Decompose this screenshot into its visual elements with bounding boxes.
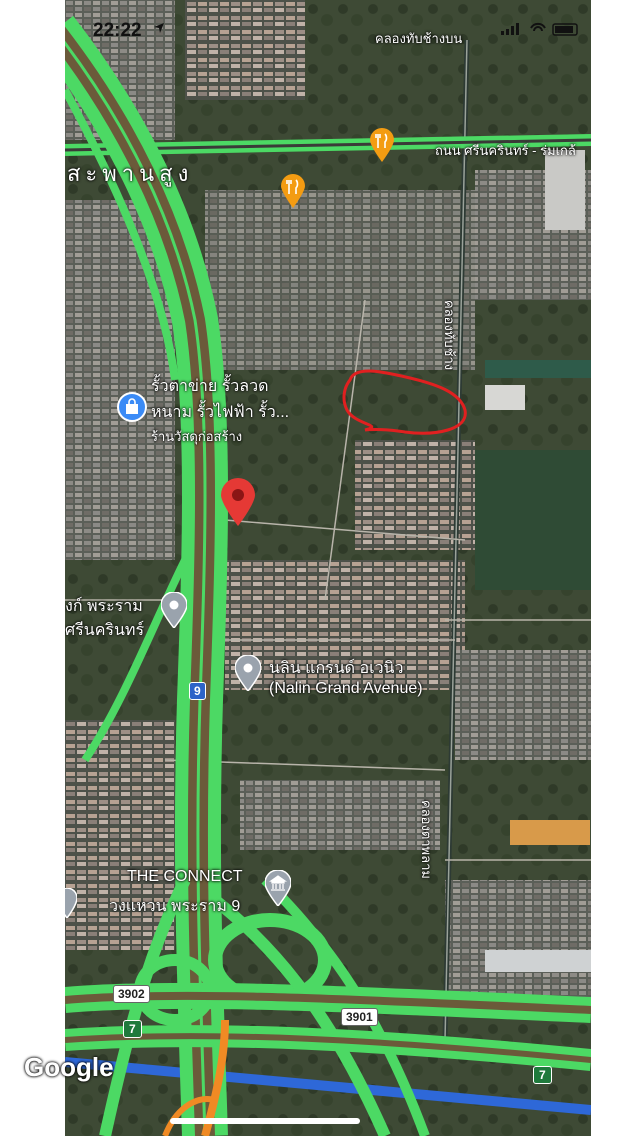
home-indicator[interactable] bbox=[170, 1118, 360, 1124]
place-pin-icon bbox=[160, 591, 188, 630]
exit-7b-shield: 7 bbox=[533, 1066, 552, 1084]
satellite-map[interactable]: คลองทับช้างบน สะพานสูง ถนน ศรีนครินทร์ -… bbox=[65, 0, 591, 1136]
route-3902-shield: 3902 bbox=[113, 985, 150, 1003]
landmark-pin-connect[interactable] bbox=[264, 869, 292, 911]
nalin-line2: (Nalin Grand Avenue) bbox=[269, 680, 423, 697]
signal-battery-icon bbox=[501, 22, 578, 36]
place-pin-icon bbox=[65, 887, 78, 920]
place-pin-left[interactable] bbox=[160, 591, 188, 633]
place-pin-icon bbox=[234, 654, 262, 693]
location-arrow-icon bbox=[154, 23, 164, 33]
place-left-line2: ศรีนครินทร์ bbox=[65, 622, 145, 639]
status-time: 22:22 bbox=[93, 20, 142, 41]
shop-pin[interactable] bbox=[117, 392, 147, 427]
exit-7a-shield: 7 bbox=[123, 1020, 142, 1038]
place-left-line1: งก์ พระราม bbox=[65, 598, 143, 615]
route-9-shield: 9 bbox=[189, 682, 206, 700]
canal-right-upper-label: คลองทับช้าง bbox=[442, 300, 457, 371]
expressway-label: สะพานสูง bbox=[67, 161, 194, 186]
nalin-line1: นลิน แกรนด์ อเวนิว bbox=[269, 660, 404, 677]
restaurant-pin-2[interactable] bbox=[281, 174, 305, 213]
shop-name-line1: รั้วตาข่าย รั้วลวด bbox=[151, 378, 269, 395]
museum-icon bbox=[264, 869, 292, 908]
shopping-bag-icon bbox=[117, 392, 147, 422]
shop-category: ร้านวัสดุก่อสร้าง bbox=[151, 429, 243, 444]
connect-line2: วงแหวน พระราม 9 bbox=[109, 898, 241, 915]
route-3901-shield: 3901 bbox=[341, 1008, 378, 1026]
selected-location-pin[interactable] bbox=[221, 478, 255, 531]
fork-knife-icon bbox=[281, 174, 305, 208]
road-top-label: ถนน ศรีนครินทร์ - ร่มเกล้ bbox=[435, 143, 576, 158]
connect-line1: THE CONNECT bbox=[127, 868, 243, 885]
shop-name-line2: หนาม รั้วไฟฟ้า รั้ว... bbox=[151, 404, 290, 421]
status-bar: 22:22 bbox=[65, 0, 591, 41]
fork-knife-icon bbox=[370, 128, 394, 162]
place-pin-edge[interactable] bbox=[65, 887, 78, 923]
canal-right-lower-label: คลองตาพลาม bbox=[419, 800, 434, 879]
restaurant-pin-1[interactable] bbox=[370, 128, 394, 167]
google-logo: Google bbox=[24, 1052, 114, 1082]
map-pin-icon bbox=[221, 478, 255, 526]
place-pin-nalin[interactable] bbox=[234, 654, 262, 696]
